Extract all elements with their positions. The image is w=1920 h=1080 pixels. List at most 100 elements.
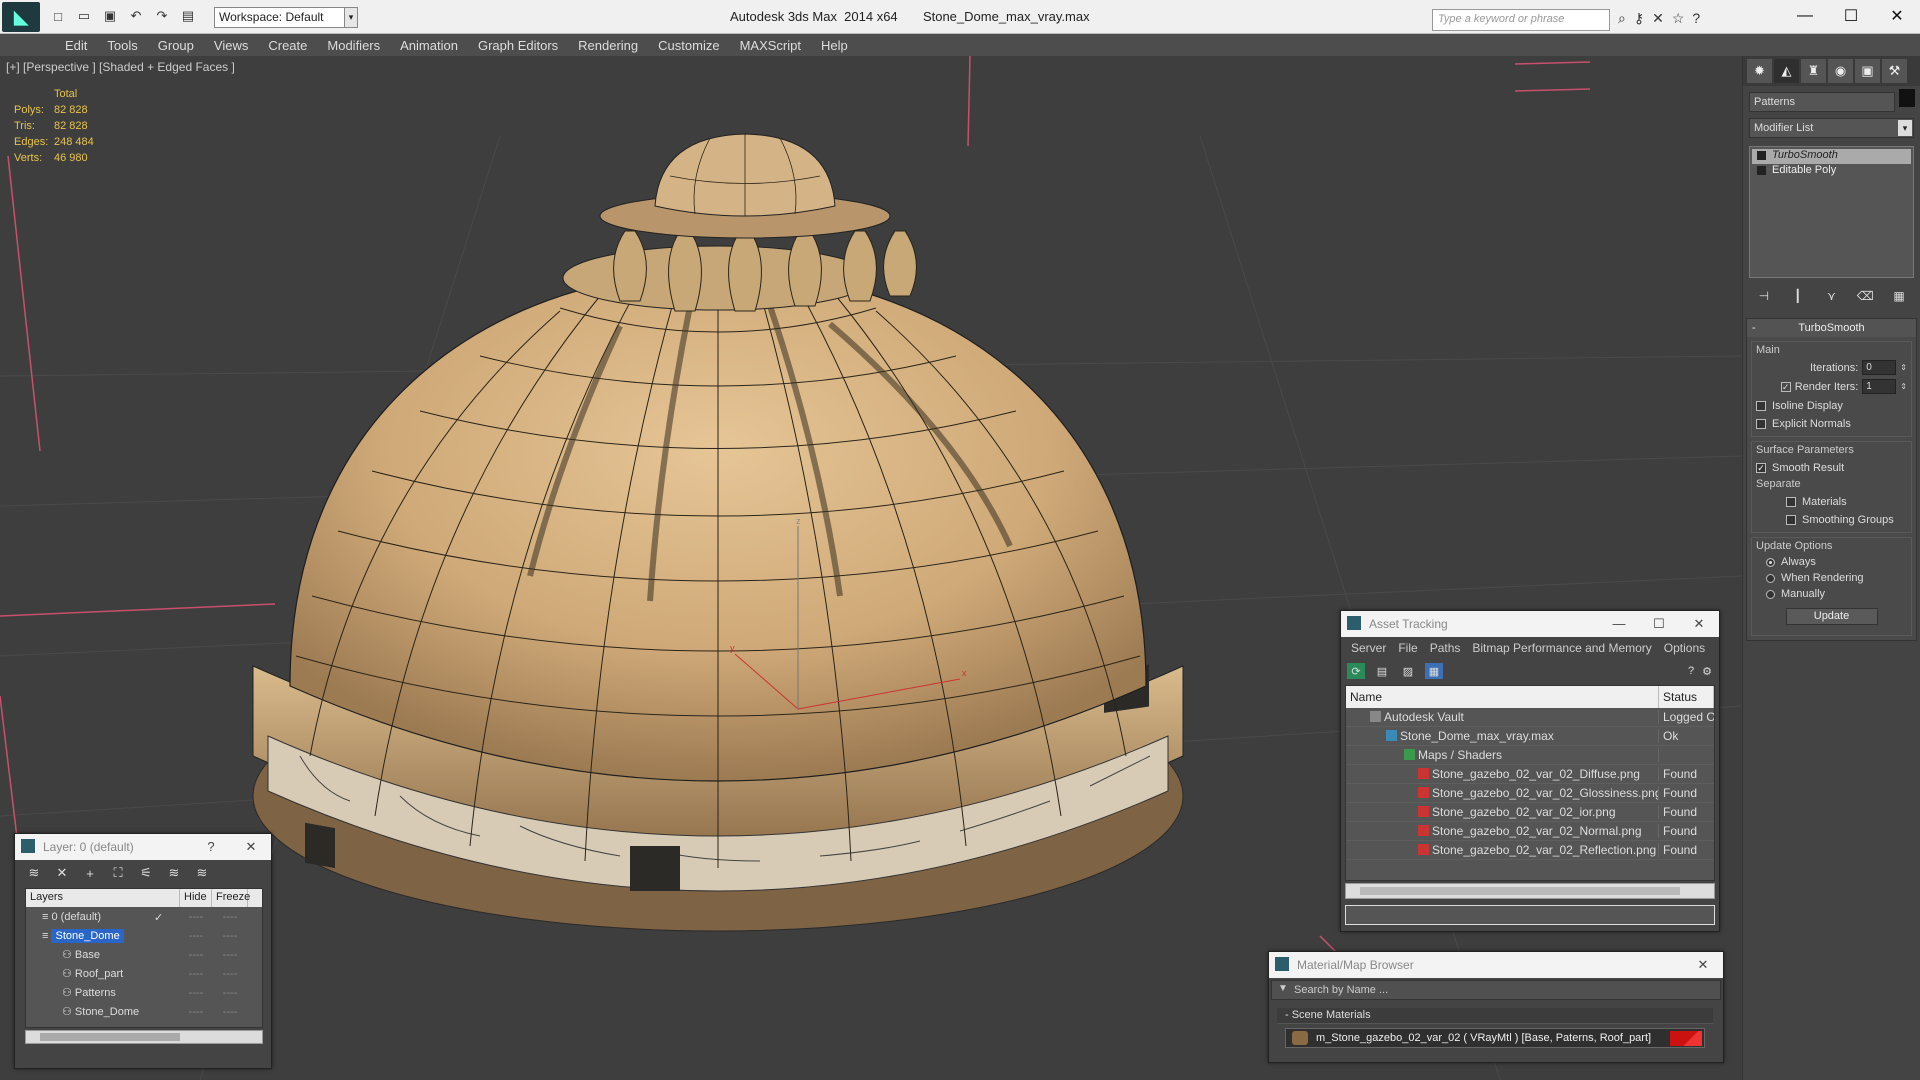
hide-toggle[interactable]: ---- [180,949,212,961]
project-folder-icon[interactable]: ▤ [178,7,198,25]
column-header[interactable]: Freeze [212,889,250,907]
menu-graph-editors[interactable]: Graph Editors [468,38,568,53]
menu-paths[interactable]: Paths [1424,641,1467,655]
display-tab-icon[interactable]: ▣ [1855,59,1880,83]
hide-toggle[interactable]: ---- [180,930,212,942]
panel-header[interactable]: Layer: 0 (default) ? ✕ [15,834,271,860]
freeze-toggle[interactable]: ---- [212,930,248,942]
table-row[interactable]: Stone_gazebo_02_var_02_Diffuse.png Found [1346,765,1714,784]
maximize-icon[interactable]: ☐ [1639,611,1679,637]
scrollbar-thumb[interactable] [40,1033,180,1041]
app-logo-icon[interactable]: ◣ [2,2,40,32]
undo-icon[interactable]: ↶ [126,7,146,25]
show-end-result-icon[interactable]: ┃ [1787,286,1809,306]
new-file-icon[interactable]: □ [48,7,68,25]
help-icon[interactable]: ? [1692,10,1700,27]
update-button[interactable]: Update [1785,608,1878,625]
separate-smoothing-groups-option[interactable]: Smoothing Groups [1756,514,1907,526]
menu-bitmap-performance[interactable]: Bitmap Performance and Memory [1466,641,1657,655]
scene-materials-section[interactable]: - Scene Materials [1277,1008,1713,1024]
material-item[interactable]: m_Stone_gazebo_02_var_02 ( VRayMtl ) [Ba… [1285,1028,1705,1048]
highlight-layer-icon[interactable]: ⚟ [137,865,155,881]
configure-sets-icon[interactable]: ▦ [1888,286,1910,306]
pin-stack-icon[interactable]: ⊣ [1753,286,1775,306]
list-view-icon[interactable]: ▤ [1373,663,1391,679]
checkbox[interactable] [1786,497,1796,507]
utilities-tab-icon[interactable]: ⚒ [1882,59,1907,83]
hide-toggle[interactable]: ---- [180,1006,212,1018]
expand-icon[interactable] [1757,166,1766,175]
spinner-icon[interactable]: ⇕ [1900,363,1907,372]
separate-materials-option[interactable]: Materials [1756,496,1907,508]
layer-stack-icon[interactable]: ≋ [25,865,43,881]
menu-tools[interactable]: Tools [97,38,147,53]
maximize-icon[interactable]: ☐ [1828,0,1874,32]
save-icon[interactable]: ▣ [100,7,120,25]
minimize-icon[interactable]: — [1782,0,1828,32]
table-view-icon[interactable]: ▦ [1425,663,1443,679]
help-icon[interactable]: ? [191,834,231,860]
hierarchy-tab-icon[interactable]: ♜ [1801,59,1826,83]
layer-row[interactable]: ⚇ Roof_part ---- ---- [26,964,262,983]
hide-toggle[interactable]: ---- [180,911,212,923]
checkbox[interactable] [1756,419,1766,429]
menu-options[interactable]: Options [1658,641,1711,655]
create-tab-icon[interactable]: ✹ [1747,59,1772,83]
freeze-layers-icon[interactable]: ≋ [193,865,211,881]
asset-path-field[interactable] [1345,905,1715,925]
isoline-display-option[interactable]: Isoline Display [1756,400,1907,412]
object-color-swatch[interactable] [1899,89,1915,107]
binoculars-icon[interactable]: ⌕ [1618,10,1626,27]
freeze-toggle[interactable]: ---- [212,1006,248,1018]
column-header[interactable]: Name [1346,686,1659,708]
search-input[interactable]: Type a keyword or phrase [1432,9,1610,31]
rollout-header[interactable]: - TurboSmooth [1747,319,1916,337]
table-row[interactable]: Stone_Dome_max_vray.max Ok [1346,727,1714,746]
minimize-icon[interactable]: — [1599,611,1639,637]
layer-row[interactable]: ⚇ Base ---- ---- [26,945,262,964]
remove-modifier-icon[interactable]: ⌫ [1854,286,1876,306]
stack-item-turbosmooth[interactable]: TurboSmooth [1752,149,1911,164]
checkbox[interactable] [1786,515,1796,525]
layer-row[interactable]: ≡ Stone_Dome ---- ---- [26,926,262,945]
layer-row[interactable]: ⚇ Stone_Dome ---- ---- [26,1002,262,1021]
panel-header[interactable]: Asset Tracking — ☐ ✕ [1341,611,1719,637]
column-header[interactable]: Status [1659,686,1714,708]
hide-toggle[interactable]: ---- [180,987,212,999]
table-row[interactable]: Maps / Shaders [1346,746,1714,765]
menu-edit[interactable]: Edit [55,38,97,53]
render-iters-input[interactable]: 1 [1862,379,1897,394]
spinner-icon[interactable]: ⇕ [1900,382,1907,391]
table-row[interactable]: Stone_gazebo_02_var_02_Glossiness.png Fou… [1346,784,1714,803]
render-iters-checkbox[interactable]: ✓ [1780,381,1791,392]
bulb-icon[interactable] [1757,151,1766,160]
exchange-icon[interactable]: ✕ [1652,10,1664,27]
freeze-toggle[interactable]: ---- [212,911,248,923]
horizontal-scrollbar[interactable] [25,1030,263,1044]
chevron-down-icon[interactable]: ▾ [344,7,358,28]
table-row[interactable]: Stone_gazebo_02_var_02_ior.png Found [1346,803,1714,822]
layer-row[interactable]: ≡ 0 (default) ✓ ---- ---- [26,907,262,926]
close-icon[interactable]: ✕ [231,834,271,860]
smooth-result-option[interactable]: ✓ Smooth Result [1756,462,1907,474]
radio[interactable] [1766,557,1775,567]
freeze-toggle[interactable]: ---- [212,968,248,980]
star-icon[interactable]: ☆ [1672,10,1685,27]
delete-layer-icon[interactable]: ✕ [53,865,71,881]
close-icon[interactable]: ✕ [1679,611,1719,637]
menu-maxscript[interactable]: MAXScript [730,38,811,53]
table-row[interactable]: Autodesk Vault Logged O [1346,708,1714,727]
refresh-icon[interactable]: ⟳ [1347,663,1365,679]
iterations-input[interactable]: 0 [1862,360,1897,375]
update-manually-radio[interactable]: Manually [1756,588,1907,600]
hide-layers-icon[interactable]: ≋ [165,865,183,881]
menu-create[interactable]: Create [258,38,317,53]
image-view-icon[interactable]: ▨ [1399,663,1417,679]
object-name-field[interactable]: Patterns [1749,92,1895,112]
radio[interactable] [1766,573,1775,583]
add-layer-icon[interactable]: + [81,865,99,881]
menu-animation[interactable]: Animation [390,38,468,53]
close-icon[interactable]: ✕ [1874,0,1920,32]
table-row[interactable]: Stone_gazebo_02_var_02_Normal.png Found [1346,822,1714,841]
stack-item-editable-poly[interactable]: Editable Poly [1752,164,1911,179]
